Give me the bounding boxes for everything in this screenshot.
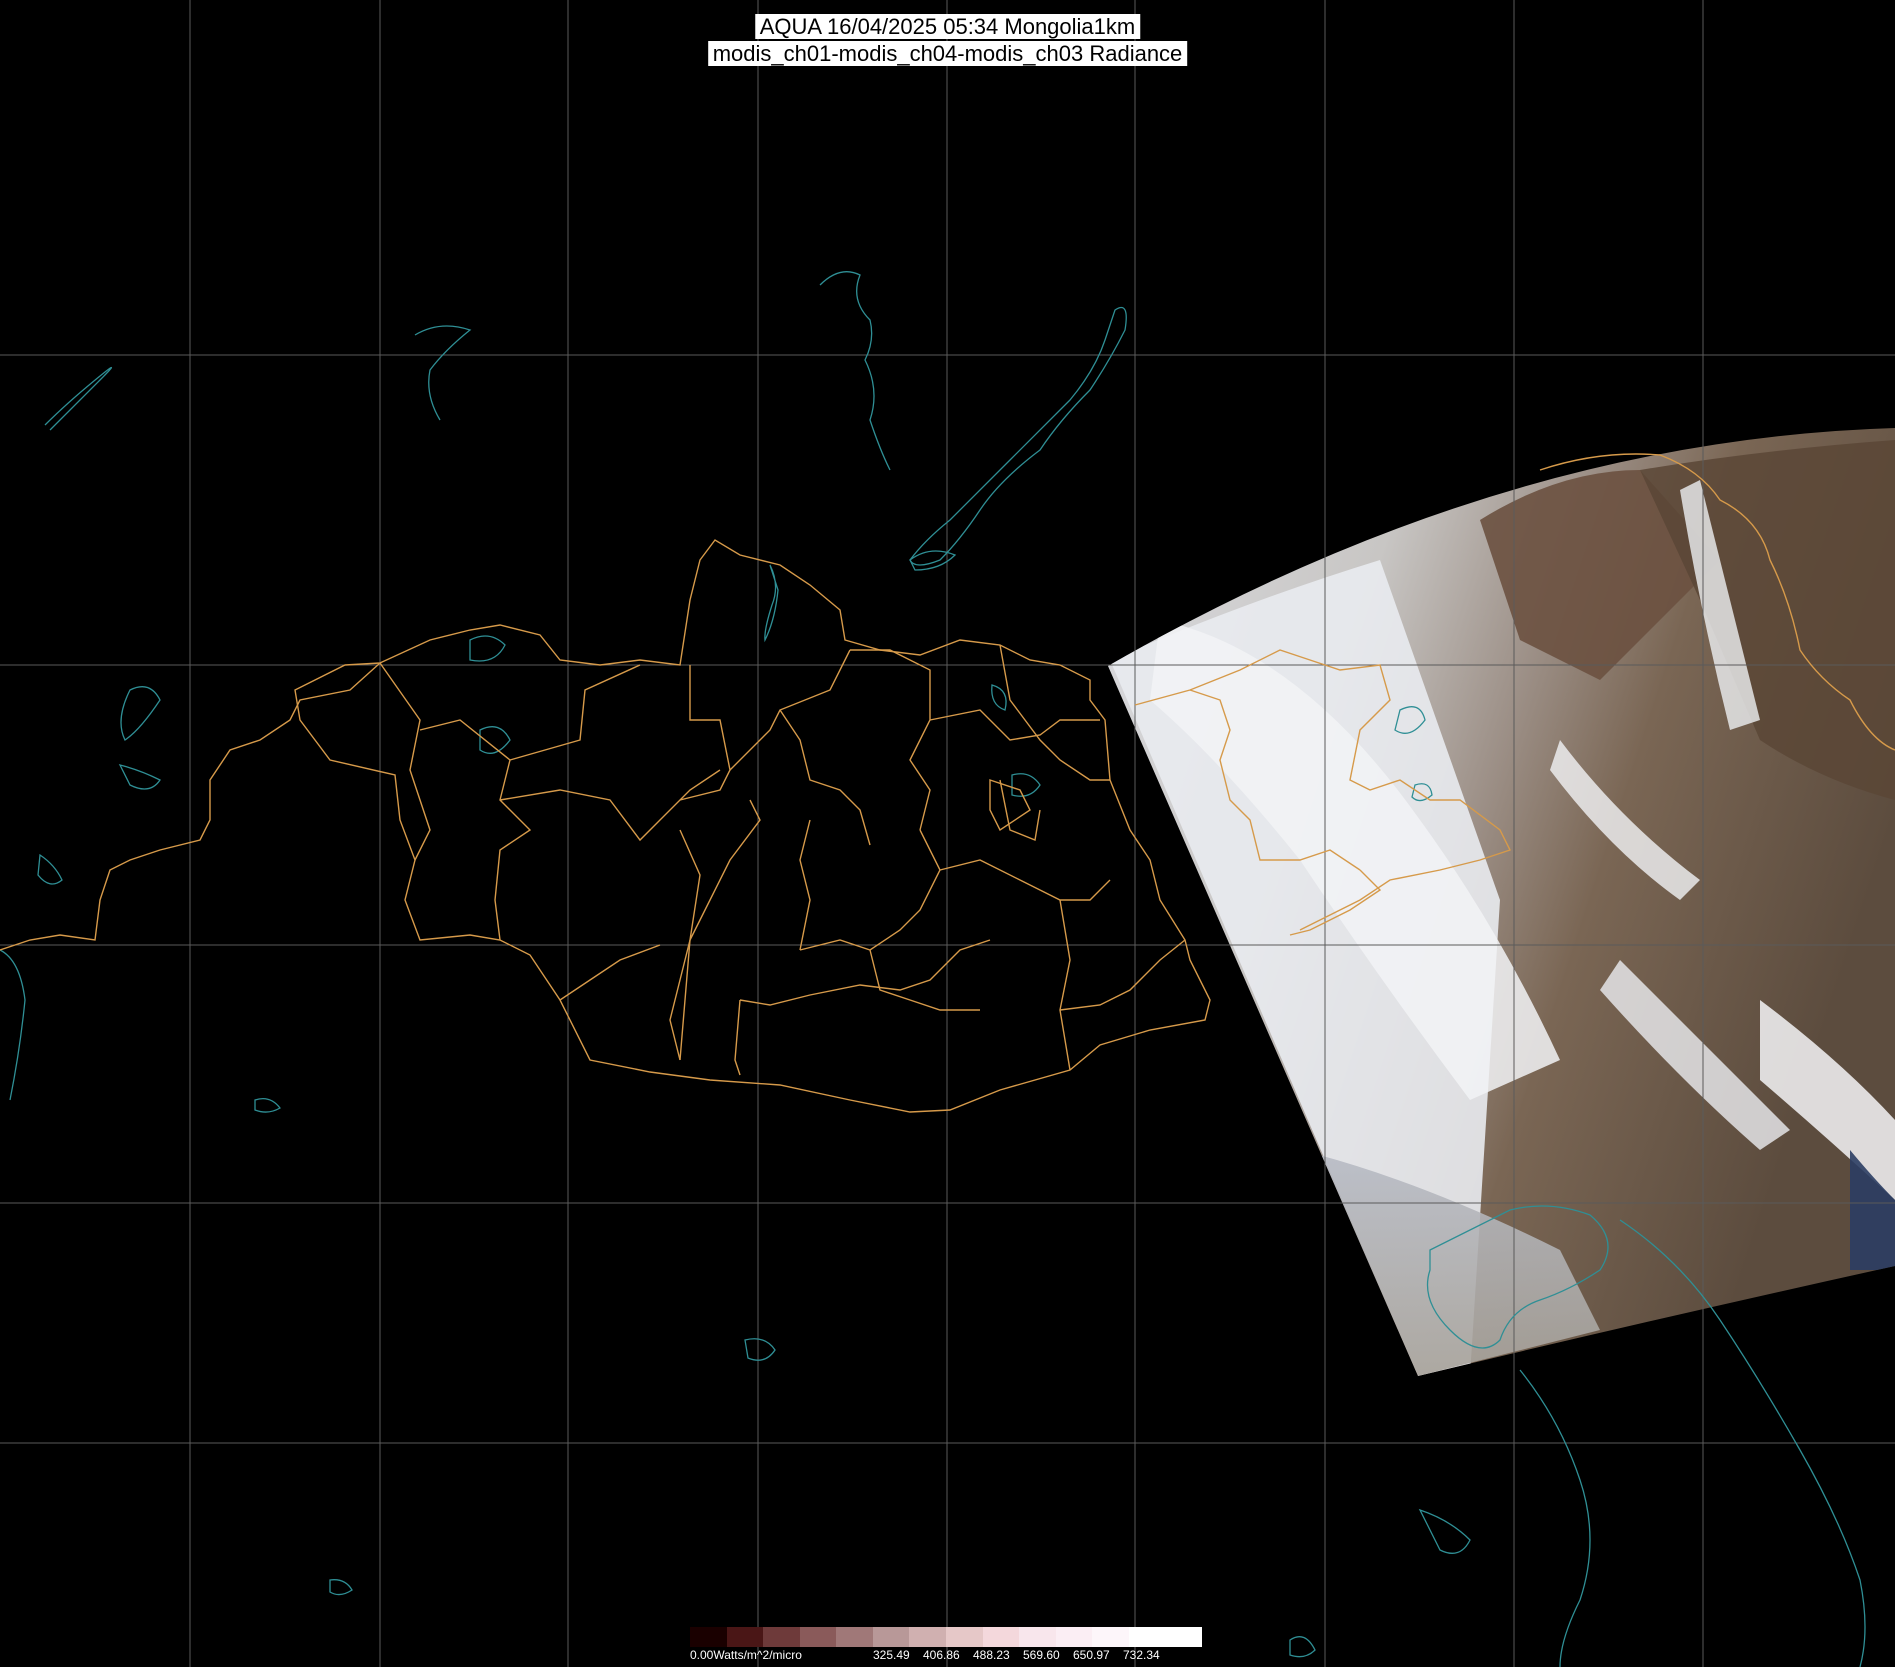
aimag-boundary-17 xyxy=(1059,899,1071,1071)
aimag-boundary-14 xyxy=(739,939,991,1006)
colorbar-swatch xyxy=(909,1627,947,1647)
aimag-boundary-13 xyxy=(799,819,811,951)
aimag-boundary-2 xyxy=(419,719,532,941)
colorbar-tick: 732.34 xyxy=(1123,1648,1160,1662)
aimag-boundary-20 xyxy=(669,939,691,1061)
mongolia-outline xyxy=(294,539,1211,1113)
lake-baikal-south xyxy=(909,550,957,571)
river-yenisei xyxy=(819,271,891,471)
lake-west-2 xyxy=(118,764,161,790)
colorbar-swatch xyxy=(1092,1627,1129,1647)
aimag-boundary-23 xyxy=(989,779,1031,832)
satellite-swath xyxy=(1108,428,1895,1376)
map-subtitle: modis_ch01-modis_ch04-modis_ch03 Radianc… xyxy=(707,41,1188,66)
lake-east-2 xyxy=(1011,773,1041,797)
aimag-boundary-21 xyxy=(559,944,661,1001)
aimag-boundary-18 xyxy=(1059,939,1186,1011)
colorbar-tick: 488.23 xyxy=(973,1648,1010,1662)
colorbar-swatch xyxy=(982,1627,1020,1647)
colorbar-swatch xyxy=(799,1627,837,1647)
aimag-boundary-16 xyxy=(939,859,1111,901)
lake-south-3 xyxy=(329,1579,353,1596)
colorbar-swatch xyxy=(836,1627,873,1647)
colorbar-swatch xyxy=(763,1627,800,1647)
aimag-boundary-4 xyxy=(499,769,721,842)
colorbar-swatch xyxy=(1019,1627,1056,1647)
river-north-2 xyxy=(44,366,112,431)
colorbar-tick: 650.97 xyxy=(1073,1648,1110,1662)
colorbar xyxy=(690,1627,1203,1647)
colorbar-labels: 0.00Watts/m^2/micro 325.49 406.86 488.23… xyxy=(690,1648,1202,1664)
colorbar-legend: 0.00Watts/m^2/micro 325.49 406.86 488.23… xyxy=(690,1627,1203,1665)
aimag-boundary-19 xyxy=(734,999,741,1076)
colorbar-swatch xyxy=(1128,1627,1166,1647)
colorbar-swatch xyxy=(946,1627,983,1647)
satellite-map xyxy=(0,0,1895,1667)
colorbar-tick: 325.49 xyxy=(873,1648,910,1662)
aimag-boundary-11 xyxy=(799,829,941,951)
aimag-boundary-7 xyxy=(729,649,851,771)
colorbar-swatch xyxy=(872,1627,910,1647)
far-west-border xyxy=(0,949,26,1101)
colorbar-swatch xyxy=(1055,1627,1093,1647)
aimag-boundary-1 xyxy=(379,662,431,861)
aimag-boundary-8 xyxy=(779,709,871,846)
aimag-boundary-3 xyxy=(509,664,641,761)
korea-west-coast xyxy=(1519,1369,1591,1667)
lake-east-1 xyxy=(991,684,1007,711)
aimag-boundary-12 xyxy=(689,799,761,941)
coast-bottom-right xyxy=(1289,1636,1316,1658)
lake-uvs xyxy=(469,635,506,662)
colorbar-unit-label: 0.00Watts/m^2/micro xyxy=(690,1648,802,1662)
colorbar-swatch xyxy=(726,1627,764,1647)
aimag-boundary-24 xyxy=(999,779,1041,841)
lake-baikal xyxy=(909,306,1127,566)
colorbar-tick: 569.60 xyxy=(1023,1648,1060,1662)
colorbar-tick: 406.86 xyxy=(923,1648,960,1662)
aimag-boundary-15 xyxy=(869,949,980,1011)
map-title: AQUA 16/04/2025 05:34 Mongolia1km xyxy=(754,14,1141,39)
aimag-boundary-10 xyxy=(929,709,1100,741)
lake-hovsgol xyxy=(764,564,779,643)
lake-south-2 xyxy=(254,1097,281,1113)
colorbar-swatch xyxy=(690,1627,727,1647)
coast-south xyxy=(1418,1508,1471,1554)
lake-west-3 xyxy=(37,853,63,885)
lake-west-1 xyxy=(120,686,161,741)
colorbar-swatch xyxy=(1165,1627,1203,1647)
aimag-boundary-9 xyxy=(850,649,931,831)
river-north-1 xyxy=(414,325,472,421)
lake-south-1 xyxy=(744,1338,776,1361)
